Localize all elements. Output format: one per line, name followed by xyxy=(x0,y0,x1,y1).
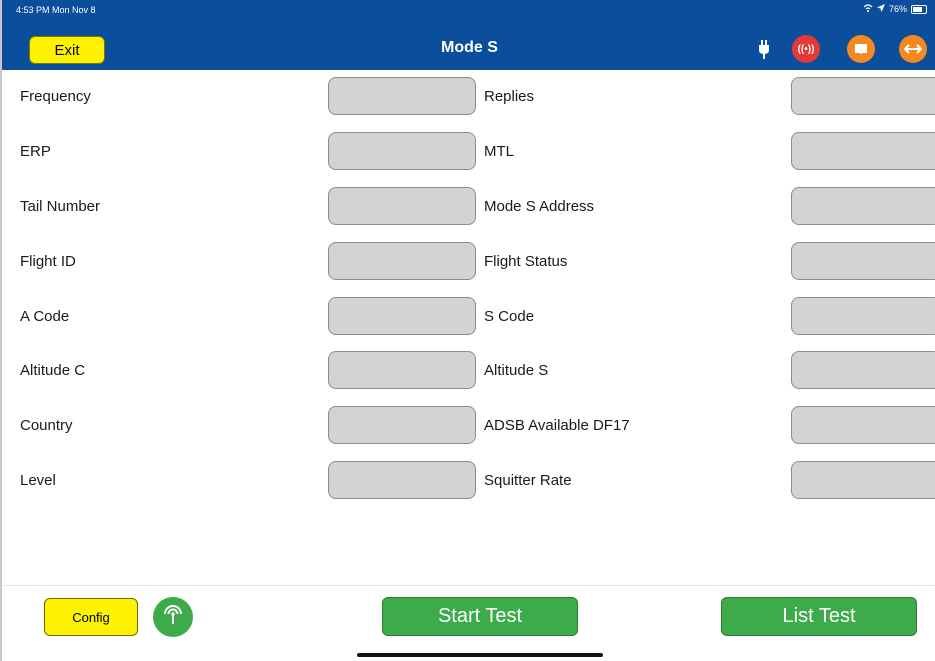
label-altitude-c: Altitude C xyxy=(20,362,86,379)
home-indicator[interactable] xyxy=(357,653,603,657)
broadcast-icon[interactable]: ((•)) xyxy=(792,35,820,63)
erp-field xyxy=(328,132,476,170)
label-tail-number: Tail Number xyxy=(20,198,101,215)
header-bar: 4:53 PM Mon Nov 8 76% Exit Mode S ((•)) xyxy=(2,0,935,70)
label-replies: Replies xyxy=(484,88,535,105)
battery-icon xyxy=(911,4,927,14)
mode-s-address-field xyxy=(791,187,935,225)
mtl-field xyxy=(791,132,935,170)
label-mtl: MTL xyxy=(484,143,514,160)
wifi-icon xyxy=(863,4,873,14)
config-button[interactable]: Config xyxy=(44,598,138,636)
status-time: 4:53 PM Mon Nov 8 xyxy=(16,5,96,15)
label-flight-id: Flight ID xyxy=(20,253,76,270)
label-frequency: Frequency xyxy=(20,88,91,105)
start-test-button[interactable]: Start Test xyxy=(382,597,578,636)
battery-percent: 76% xyxy=(888,4,907,14)
a-code-field xyxy=(328,297,476,335)
list-test-button[interactable]: List Test xyxy=(721,597,917,636)
label-level: Level xyxy=(20,472,56,489)
label-erp: ERP xyxy=(20,143,51,160)
antenna-icon xyxy=(160,602,186,633)
adsb-available-df17-field xyxy=(791,406,935,444)
footer-divider xyxy=(2,585,935,586)
book-icon[interactable] xyxy=(847,35,875,63)
plug-icon xyxy=(758,40,770,60)
label-flight-status: Flight Status xyxy=(484,253,568,270)
altitude-s-field xyxy=(791,351,935,389)
country-field xyxy=(328,406,476,444)
flight-id-field xyxy=(328,242,476,280)
location-icon xyxy=(876,4,885,14)
label-mode-s-address: Mode S Address xyxy=(484,198,595,215)
label-squitter-rate: Squitter Rate xyxy=(484,472,572,489)
label-country: Country xyxy=(20,417,73,434)
squitter-rate-field xyxy=(791,461,935,499)
s-code-field xyxy=(791,297,935,335)
frequency-field xyxy=(328,77,476,115)
app-frame: 4:53 PM Mon Nov 8 76% Exit Mode S ((•)) xyxy=(0,0,935,661)
tail-number-field xyxy=(328,187,476,225)
label-altitude-s: Altitude S xyxy=(484,362,549,379)
swap-arrows-icon[interactable] xyxy=(899,35,927,63)
antenna-button[interactable] xyxy=(153,597,193,637)
altitude-c-field xyxy=(328,351,476,389)
status-indicators: 76% xyxy=(863,4,927,14)
replies-field xyxy=(791,77,935,115)
label-s-code: S Code xyxy=(484,308,535,325)
level-field xyxy=(328,461,476,499)
label-adsb-available-df17: ADSB Available DF17 xyxy=(484,417,630,434)
flight-status-field xyxy=(791,242,935,280)
label-a-code: A Code xyxy=(20,308,70,325)
